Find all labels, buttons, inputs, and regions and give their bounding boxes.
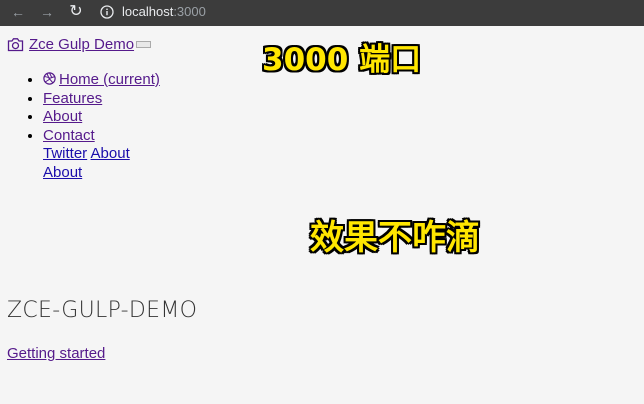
reload-icon[interactable]: ↻	[66, 2, 86, 22]
camera-icon	[7, 38, 24, 52]
about-link[interactable]: About	[43, 108, 82, 125]
menu-item-contact: Contact	[43, 127, 160, 146]
getting-started-link[interactable]: Getting started	[7, 345, 105, 362]
forward-arrow-icon[interactable]: →	[37, 2, 57, 22]
features-link[interactable]: Features	[43, 90, 102, 107]
port-caption-overlay: 3000 端口	[262, 42, 422, 78]
back-arrow-icon[interactable]: ←	[8, 2, 28, 22]
url-host: localhost	[122, 4, 174, 19]
main-menu: Home (current) Features About Contact	[0, 71, 160, 145]
effect-caption-overlay: 效果不咋滴	[310, 218, 480, 258]
page-content: Zce Gulp Demo 3000 端口 Home (current) Fea…	[0, 26, 644, 404]
menu-item-about: About	[43, 108, 160, 127]
contact-link[interactable]: Contact	[43, 127, 95, 144]
home-link-label: Home (current)	[59, 71, 160, 88]
menu-item-features: Features	[43, 90, 160, 109]
url-port: :3000	[173, 4, 206, 19]
home-link[interactable]: Home (current)	[43, 71, 160, 88]
page-title: ZCE-GULP-DEMO	[7, 298, 198, 323]
extra-links-row: About	[43, 164, 82, 183]
info-icon[interactable]	[100, 5, 114, 19]
browser-toolbar: ← → ↻ localhost:3000	[0, 0, 644, 26]
address-bar[interactable]: localhost:3000	[100, 2, 206, 22]
navbar-brand: Zce Gulp Demo	[7, 36, 152, 53]
social-links-row: Twitter About	[43, 145, 130, 164]
twitter-link[interactable]: Twitter	[43, 145, 87, 162]
navbar-toggler-button[interactable]	[136, 41, 152, 48]
brand-link[interactable]: Zce Gulp Demo	[29, 36, 134, 53]
about-link-secondary[interactable]: About	[91, 145, 130, 162]
about-link-tertiary[interactable]: About	[43, 164, 82, 181]
menu-item-home: Home (current)	[43, 71, 160, 90]
aperture-icon	[43, 72, 56, 85]
